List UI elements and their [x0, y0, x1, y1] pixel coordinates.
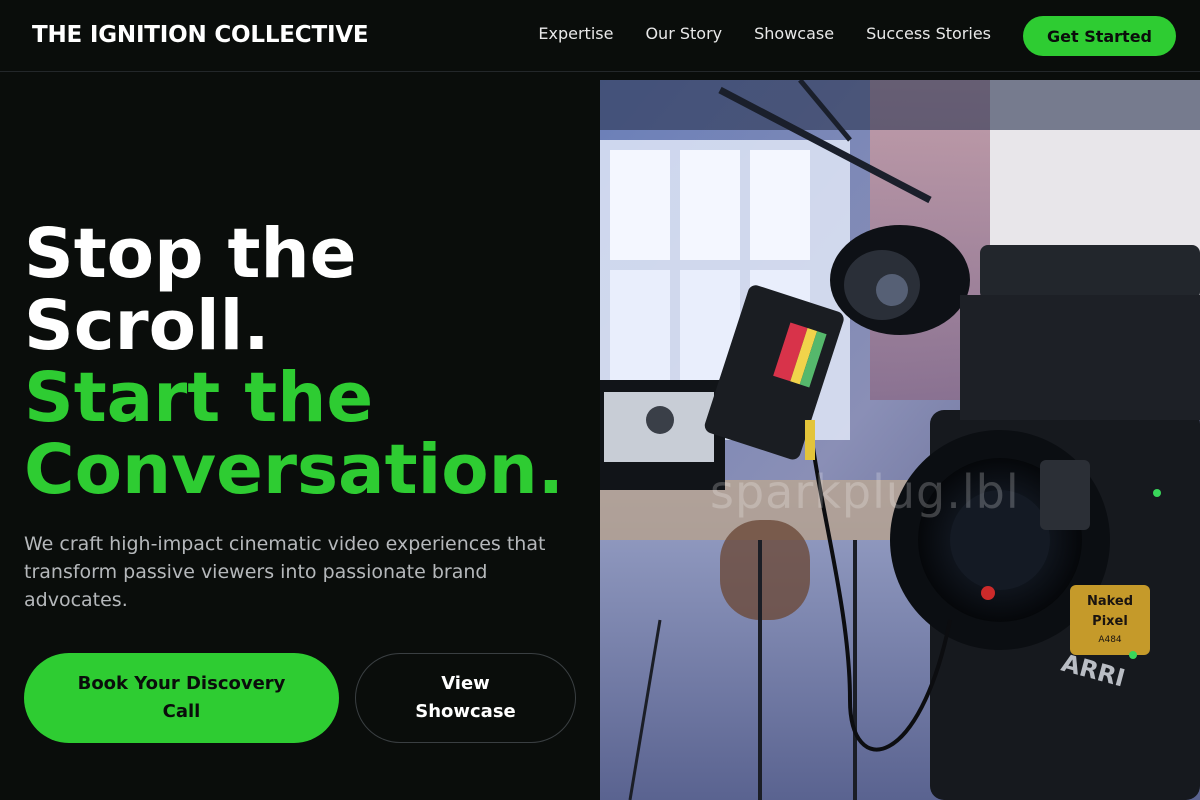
headline-line-3: Start the: [24, 358, 374, 438]
get-started-button[interactable]: Get Started: [1023, 16, 1176, 56]
hero-camera-image: Naked Pixel A484 ARRI sparkplug.lbl: [600, 80, 1200, 800]
main-nav: Expertise Our Story Showcase Success Sto…: [538, 24, 991, 44]
nav-link-success-stories[interactable]: Success Stories: [866, 24, 991, 44]
hero-headline: Stop the Scroll. Start the Conversation.: [24, 218, 600, 506]
camera-badge-line1: Naked: [1087, 594, 1133, 609]
book-discovery-call-button[interactable]: Book Your Discovery Call: [24, 653, 339, 743]
hero-headline-section: Stop the Scroll. Start the Conversation.: [24, 218, 600, 506]
nav-link-showcase[interactable]: Showcase: [754, 24, 834, 44]
image-watermark: sparkplug.lbl: [710, 465, 1020, 519]
nav-link-our-story[interactable]: Our Story: [645, 24, 722, 44]
brand-logo[interactable]: THE IGNITION COLLECTIVE: [32, 20, 369, 50]
hero-subtext: We craft high-impact cinematic video exp…: [24, 533, 546, 611]
top-navbar: THE IGNITION COLLECTIVE Expertise Our St…: [0, 0, 1200, 72]
headline-line-2: Scroll.: [24, 286, 270, 366]
view-showcase-button[interactable]: View Showcase: [355, 653, 576, 743]
camera-scene-illustration: Naked Pixel A484 ARRI: [600, 80, 1200, 800]
nav-link-expertise[interactable]: Expertise: [538, 24, 613, 44]
headline-line-4: Conversation.: [24, 430, 564, 510]
headline-line-1: Stop the: [24, 214, 357, 294]
camera-badge-line2: Pixel: [1092, 614, 1128, 629]
camera-badge-line3: A484: [1098, 635, 1122, 645]
